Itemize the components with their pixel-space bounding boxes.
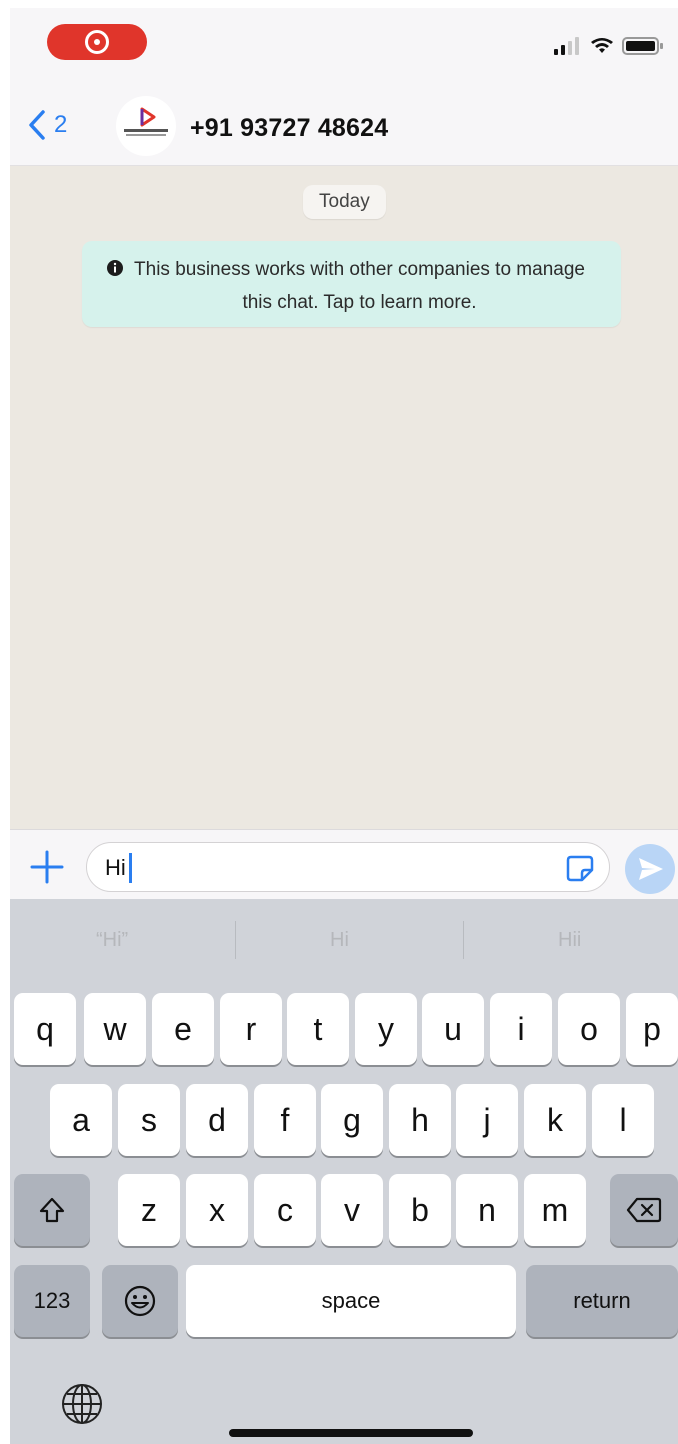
message-input-bar: Hi: [10, 829, 678, 899]
shift-icon: [39, 1197, 65, 1223]
info-message-text: This business works with other companies…: [134, 259, 585, 313]
home-indicator[interactable]: [229, 1429, 473, 1437]
chat-header: 2 +91 93727 48624: [10, 86, 678, 166]
contact-avatar[interactable]: [116, 96, 176, 156]
sticker-icon[interactable]: [565, 854, 595, 882]
suggestion-2[interactable]: Hi: [330, 929, 349, 952]
message-input[interactable]: Hi: [86, 842, 610, 892]
emoji-icon: [124, 1285, 156, 1317]
key-y[interactable]: y: [355, 993, 417, 1065]
send-icon: [639, 858, 663, 880]
suggestion-divider: [235, 921, 236, 959]
key-u[interactable]: u: [422, 993, 484, 1065]
signal-bars-icon: [554, 37, 579, 55]
key-a[interactable]: a: [50, 1084, 112, 1156]
plus-icon[interactable]: [28, 848, 66, 886]
key-h[interactable]: h: [389, 1084, 451, 1156]
key-f[interactable]: f: [254, 1084, 316, 1156]
chat-area[interactable]: Today This business works with other com…: [10, 166, 678, 829]
key-p[interactable]: p: [626, 993, 678, 1065]
key-j[interactable]: j: [456, 1084, 518, 1156]
space-key[interactable]: space: [186, 1265, 516, 1337]
key-t[interactable]: t: [287, 993, 349, 1065]
key-b[interactable]: b: [389, 1174, 451, 1246]
key-n[interactable]: n: [456, 1174, 518, 1246]
phone-screen: 2 +91 93727 48624 Today This business wo…: [10, 8, 678, 1444]
chevron-left-icon: [29, 110, 45, 140]
wifi-icon: [591, 38, 613, 53]
suggestion-bar: “Hi” Hi Hii: [10, 899, 678, 979]
return-key[interactable]: return: [526, 1265, 678, 1337]
shift-key[interactable]: [14, 1174, 90, 1246]
status-bar: [10, 8, 678, 86]
keyboard: “Hi” Hi Hii q w e r t y u i o p a s d f …: [10, 899, 678, 1444]
key-e[interactable]: e: [152, 993, 214, 1065]
key-v[interactable]: v: [321, 1174, 383, 1246]
suggestion-1[interactable]: “Hi”: [96, 929, 128, 952]
backspace-icon: [626, 1197, 662, 1223]
date-chip: Today: [303, 185, 386, 219]
suggestion-divider: [463, 921, 464, 959]
message-input-text: Hi: [105, 855, 126, 880]
key-l[interactable]: l: [592, 1084, 654, 1156]
key-c[interactable]: c: [254, 1174, 316, 1246]
key-d[interactable]: d: [186, 1084, 248, 1156]
status-icons: [554, 36, 664, 56]
delete-key[interactable]: [610, 1174, 678, 1246]
key-o[interactable]: o: [558, 993, 620, 1065]
key-q[interactable]: q: [14, 993, 76, 1065]
key-x[interactable]: x: [186, 1174, 248, 1246]
business-info-message[interactable]: This business works with other companies…: [82, 241, 621, 327]
key-g[interactable]: g: [321, 1084, 383, 1156]
back-button[interactable]: 2: [28, 110, 67, 140]
battery-icon: [622, 37, 663, 55]
send-button[interactable]: [625, 844, 675, 894]
key-k[interactable]: k: [524, 1084, 586, 1156]
key-s[interactable]: s: [118, 1084, 180, 1156]
suggestion-3[interactable]: Hii: [558, 929, 581, 952]
globe-icon[interactable]: [60, 1382, 104, 1426]
key-r[interactable]: r: [220, 993, 282, 1065]
key-m[interactable]: m: [524, 1174, 586, 1246]
key-w[interactable]: w: [84, 993, 146, 1065]
routemobile-logo-icon: [124, 107, 168, 136]
screen-recording-icon: [85, 30, 109, 54]
screen-recording-indicator[interactable]: [47, 24, 147, 60]
contact-name[interactable]: +91 93727 48624: [190, 114, 388, 143]
text-caret: [129, 853, 132, 883]
numbers-key[interactable]: 123: [14, 1265, 90, 1337]
emoji-key[interactable]: [102, 1265, 178, 1337]
unread-count: 2: [54, 111, 68, 138]
key-z[interactable]: z: [118, 1174, 180, 1246]
key-i[interactable]: i: [490, 993, 552, 1065]
